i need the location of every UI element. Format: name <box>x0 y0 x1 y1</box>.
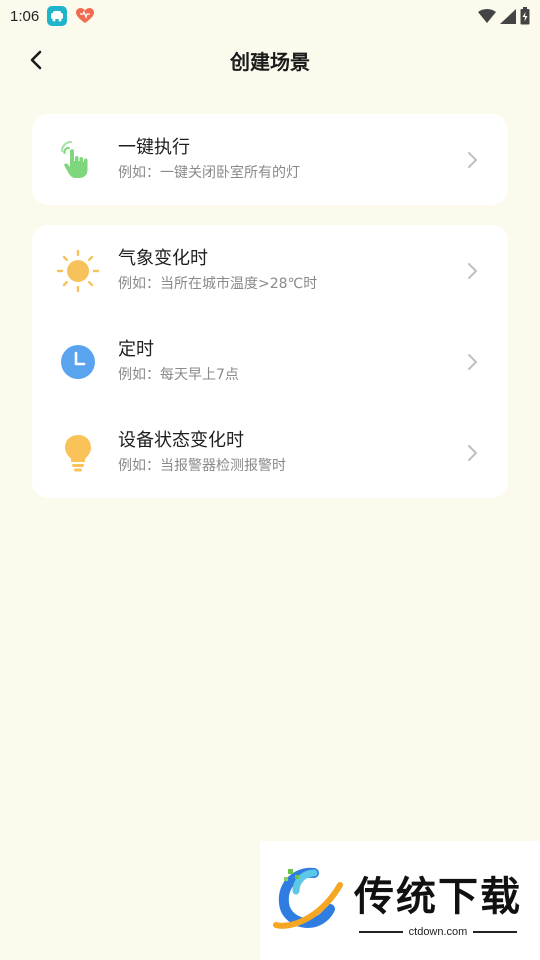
chevron-right-icon <box>464 443 480 463</box>
lightbulb-icon <box>56 431 100 475</box>
back-button[interactable] <box>22 46 50 74</box>
signal-icon <box>500 8 516 24</box>
row-text: 气象变化时 例如：当所在城市温度>28℃时 <box>118 247 317 294</box>
one-tap-card: 一键执行 例如：一键关闭卧室所有的灯 <box>32 114 508 205</box>
row-subtitle: 例如：当所在城市温度>28℃时 <box>118 276 318 292</box>
page-title: 创建场景 <box>230 49 310 74</box>
row-subtitle: 例如：当报警器检测报警时 <box>118 458 286 474</box>
header: 创建场景 <box>0 32 540 88</box>
row-title: 一键执行 <box>118 137 190 158</box>
watermark: 传统下载 ctdown.com <box>260 841 540 960</box>
row-timer[interactable]: 定时 例如：每天早上7点 <box>32 316 508 407</box>
clock-icon <box>56 340 100 384</box>
battery-icon <box>520 7 530 25</box>
car-app-icon <box>47 6 68 26</box>
heart-app-icon <box>75 6 95 26</box>
status-bar: 1:06 <box>0 0 540 32</box>
watermark-text: 传统下载 ctdown.com <box>354 864 522 938</box>
row-title: 定时 <box>118 339 154 360</box>
chevron-left-icon <box>30 50 42 70</box>
divider-line <box>473 930 518 933</box>
status-time: 1:06 <box>10 7 40 25</box>
row-text: 一键执行 例如：一键关闭卧室所有的灯 <box>118 136 300 183</box>
row-subtitle: 例如：一键关闭卧室所有的灯 <box>118 165 300 181</box>
row-title: 气象变化时 <box>118 248 208 269</box>
row-title: 设备状态变化时 <box>118 430 244 451</box>
chevron-right-icon <box>464 150 480 170</box>
watermark-url: ctdown.com <box>408 925 468 938</box>
wifi-icon <box>478 9 496 23</box>
row-text: 设备状态变化时 例如：当报警器检测报警时 <box>118 429 286 476</box>
watermark-title: 传统下载 <box>354 873 522 920</box>
row-subtitle: 例如：每天早上7点 <box>118 367 239 383</box>
trigger-card: 气象变化时 例如：当所在城市温度>28℃时 定时 例如：每天早上7点 设备状态变… <box>32 225 508 498</box>
row-one-tap-execute[interactable]: 一键执行 例如：一键关闭卧室所有的灯 <box>32 114 508 205</box>
watermark-url-row: ctdown.com <box>358 925 518 938</box>
chevron-right-icon <box>464 352 480 372</box>
sun-icon <box>56 249 100 293</box>
row-device-state-change[interactable]: 设备状态变化时 例如：当报警器检测报警时 <box>32 407 508 498</box>
status-icons <box>478 7 530 25</box>
row-weather-change[interactable]: 气象变化时 例如：当所在城市温度>28℃时 <box>32 225 508 316</box>
hand-tap-icon <box>56 138 100 182</box>
watermark-logo-icon <box>270 863 346 939</box>
chevron-right-icon <box>464 261 480 281</box>
row-text: 定时 例如：每天早上7点 <box>118 338 239 385</box>
divider-line <box>358 930 403 933</box>
